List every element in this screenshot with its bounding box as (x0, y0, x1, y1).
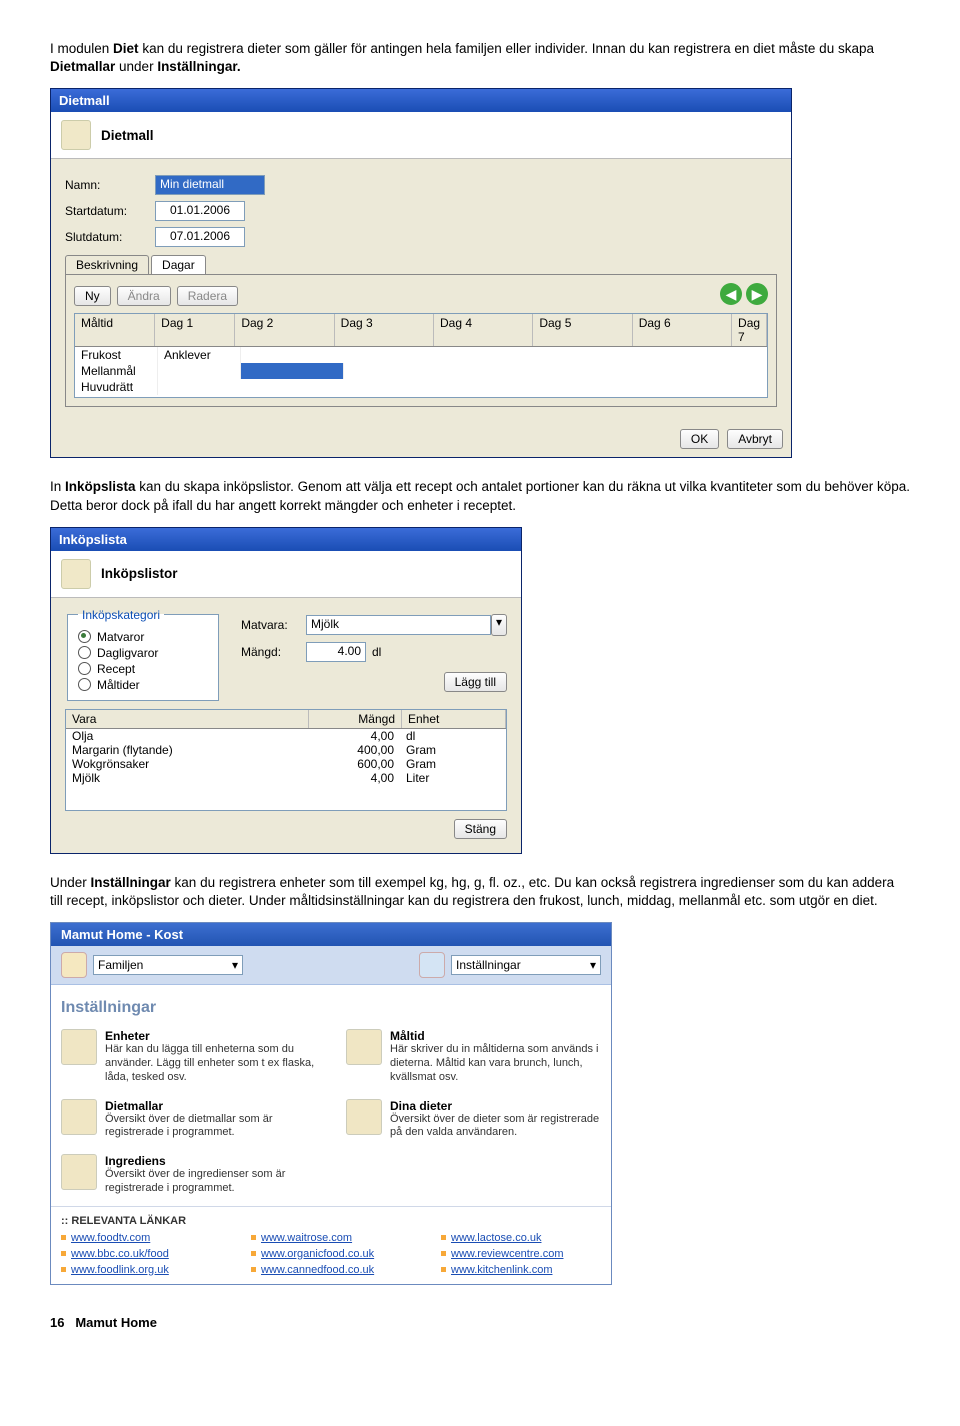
card-icon (346, 1099, 382, 1135)
link[interactable]: www.foodtv.com (61, 1232, 221, 1244)
card[interactable]: MåltidHär skriver du in måltiderna som a… (346, 1029, 601, 1084)
radio-daglig[interactable] (78, 646, 91, 659)
link[interactable]: www.organicfood.co.uk (251, 1248, 411, 1260)
settings-icon (419, 952, 445, 978)
andra-button[interactable]: Ändra (117, 286, 171, 306)
table-row: Olja4,00dl (66, 729, 506, 743)
matvara-dd[interactable]: Mjölk (306, 615, 491, 635)
radio-group-kategori: Inköpskategori Matvaror Dagligvaror Rece… (67, 608, 219, 701)
dietmall-icon (61, 120, 91, 150)
nav-familjen[interactable]: Familjen▾ (61, 952, 243, 978)
bullet-icon (251, 1251, 256, 1256)
avbryt-button[interactable]: Avbryt (727, 429, 783, 449)
tab-beskrivning[interactable]: Beskrivning (65, 255, 149, 274)
card-icon (346, 1029, 382, 1065)
titlebar: Dietmall (51, 89, 791, 112)
link[interactable]: www.reviewcentre.com (441, 1248, 601, 1260)
link[interactable]: www.bbc.co.uk/food (61, 1248, 221, 1260)
window-inkop: Inköpslista Inköpslistor Inköpskategori … (50, 527, 522, 854)
link[interactable]: www.cannedfood.co.uk (251, 1264, 411, 1276)
inkop-icon (61, 559, 91, 589)
header-strip: Dietmall (51, 112, 791, 159)
header-strip-inkop: Inköpslistor (51, 551, 521, 598)
table-row: Mjölk4,00Liter (66, 771, 506, 785)
family-icon (61, 952, 87, 978)
link[interactable]: www.lactose.co.uk (441, 1232, 601, 1244)
enddate-input[interactable]: 07.01.2006 (155, 227, 245, 247)
radio-matvaror[interactable] (78, 630, 91, 643)
card[interactable]: Dina dieterÖversikt över de dieter som ä… (346, 1099, 601, 1141)
radio-maltider[interactable] (78, 678, 91, 691)
stang-button[interactable]: Stäng (454, 819, 507, 839)
name-input[interactable]: Min dietmall (155, 175, 265, 195)
card-icon (61, 1099, 97, 1135)
table-row: Margarin (flytande)400,00Gram (66, 743, 506, 757)
selected-cell[interactable] (241, 363, 344, 379)
link[interactable]: www.kitchenlink.com (441, 1264, 601, 1276)
link[interactable]: www.foodlink.org.uk (61, 1264, 221, 1276)
prev-arrow-icon[interactable]: ◀ (720, 283, 742, 305)
bullet-icon (441, 1267, 446, 1272)
window-dietmall: Dietmall Dietmall Namn:Min dietmall Star… (50, 88, 792, 458)
nav-installningar[interactable]: Inställningar▾ (419, 952, 601, 978)
para-diet: I modulen Diet kan du registrera dieter … (50, 40, 910, 76)
link[interactable]: www.waitrose.com (251, 1232, 411, 1244)
panel-kost: Mamut Home - Kost Familjen▾ Inställninga… (50, 922, 612, 1284)
card[interactable]: EnheterHär kan du lägga till enheterna s… (61, 1029, 316, 1084)
next-arrow-icon[interactable]: ▶ (746, 283, 768, 305)
chevron-down-icon: ▾ (590, 958, 596, 972)
page-footer: 16 Mamut Home (50, 1315, 910, 1330)
card[interactable]: IngrediensÖversikt över de ingredienser … (61, 1154, 316, 1196)
radio-recept[interactable] (78, 662, 91, 675)
tab-dagar[interactable]: Dagar (151, 255, 206, 274)
ok-button[interactable]: OK (680, 429, 719, 449)
chevron-down-icon: ▾ (232, 958, 238, 972)
panel-title: Mamut Home - Kost (51, 923, 611, 946)
card-icon (61, 1029, 97, 1065)
matvara-dd-arrow-icon[interactable]: ▾ (491, 614, 507, 636)
bullet-icon (61, 1235, 66, 1240)
para-inkop: In Inköpslista kan du skapa inköpslistor… (50, 478, 910, 514)
table-row: Wokgrönsaker600,00Gram (66, 757, 506, 771)
card-icon (61, 1154, 97, 1190)
mangd-input[interactable]: 4.00 (306, 642, 366, 662)
bullet-icon (251, 1235, 256, 1240)
add-button[interactable]: Lägg till (444, 672, 507, 692)
bullet-icon (251, 1267, 256, 1272)
bullet-icon (441, 1251, 446, 1256)
card[interactable]: DietmallarÖversikt över de dietmallar so… (61, 1099, 316, 1141)
bullet-icon (61, 1251, 66, 1256)
radera-button[interactable]: Radera (177, 286, 238, 306)
startdate-input[interactable]: 01.01.2006 (155, 201, 245, 221)
ny-button[interactable]: Ny (74, 286, 111, 306)
para-settings: Under Inställningar kan du registrera en… (50, 874, 910, 910)
bullet-icon (61, 1267, 66, 1272)
panel-heading: Inställningar (61, 999, 601, 1017)
titlebar-inkop: Inköpslista (51, 528, 521, 551)
bullet-icon (441, 1235, 446, 1240)
